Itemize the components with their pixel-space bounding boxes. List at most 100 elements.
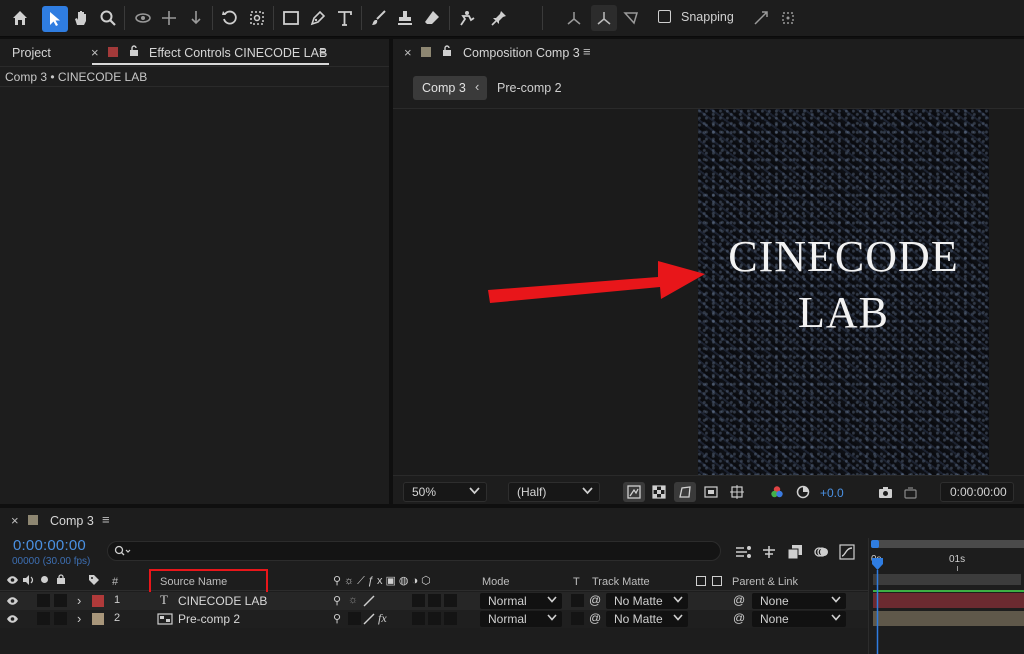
preserve-transparency-toggle[interactable] (571, 594, 584, 607)
selection-tool-icon[interactable] (42, 6, 68, 32)
track-matte-dropdown[interactable]: No Matte (606, 611, 688, 627)
shy-switch-icon[interactable]: ⚲ (333, 612, 341, 625)
home-icon[interactable] (9, 7, 31, 29)
switch-box[interactable] (348, 612, 361, 625)
blend-mode-dropdown[interactable]: Normal (480, 593, 562, 609)
layer-search-input[interactable] (107, 541, 721, 561)
switch-box[interactable] (428, 594, 441, 607)
close-tab-icon[interactable]: × (91, 45, 99, 60)
lock-toggle[interactable] (54, 612, 67, 625)
switch-box[interactable] (428, 612, 441, 625)
world-axis-icon[interactable] (591, 5, 617, 31)
comp-nav-comp3[interactable]: Comp 3 ‹ (413, 76, 487, 100)
layer-bar-2[interactable] (873, 611, 1024, 626)
time-navigator-bar[interactable] (873, 540, 1024, 548)
pan-camera-icon[interactable] (158, 7, 180, 29)
mask-visibility-icon[interactable] (674, 482, 696, 502)
lock-toggle[interactable] (54, 594, 67, 607)
layer-bar-1[interactable] (873, 593, 1024, 608)
snap-feature-icon[interactable] (777, 7, 799, 29)
region-of-interest-icon[interactable] (700, 482, 722, 502)
rectangle-tool-icon[interactable] (280, 7, 302, 29)
canvas-frame[interactable]: CINECODE LAB (698, 109, 989, 475)
pen-tool-icon[interactable] (307, 7, 329, 29)
blend-mode-dropdown[interactable]: Normal (480, 611, 562, 627)
brush-tool-icon[interactable] (368, 7, 390, 29)
clone-stamp-icon[interactable] (394, 7, 416, 29)
tab-timeline-comp3[interactable]: Comp 3 (50, 514, 94, 528)
parent-pickwhip-icon[interactable]: @ (733, 593, 745, 607)
exposure-value[interactable]: +0.0 (820, 486, 844, 500)
lock-icon[interactable] (442, 45, 452, 57)
work-area-bar[interactable] (873, 574, 1021, 585)
tab-effect-controls[interactable]: Effect Controls CINECODE LAB (149, 46, 327, 60)
dolly-camera-icon[interactable] (185, 7, 207, 29)
zoom-tool-icon[interactable] (97, 7, 119, 29)
switch-box[interactable] (412, 594, 425, 607)
matte-pickwhip-icon[interactable]: @ (589, 611, 601, 625)
snapping-checkbox[interactable] (658, 10, 671, 23)
visibility-eye-icon[interactable] (6, 596, 19, 606)
lock-icon[interactable] (129, 45, 139, 57)
preserve-transparency-toggle[interactable] (571, 612, 584, 625)
chevron-right-icon[interactable]: › (77, 611, 81, 626)
composition-mini-flowchart-icon[interactable] (733, 541, 755, 563)
reset-exposure-icon[interactable] (792, 482, 814, 502)
chevron-right-icon[interactable]: › (77, 593, 81, 608)
solo-toggle[interactable] (37, 612, 50, 625)
motion-blur-icon[interactable] (810, 541, 832, 563)
eraser-tool-icon[interactable] (421, 7, 443, 29)
puppet-pin-icon[interactable] (488, 7, 510, 29)
playhead-indicator[interactable] (871, 558, 885, 654)
comp-nav-precomp2[interactable]: Pre-comp 2 (497, 81, 562, 95)
color-channels-icon[interactable] (766, 482, 788, 502)
quality-switch-icon[interactable] (363, 595, 375, 607)
hand-tool-icon[interactable] (70, 7, 92, 29)
layer-label-color[interactable] (92, 613, 104, 625)
parent-dropdown[interactable]: None (752, 593, 846, 609)
quality-switch-icon[interactable] (363, 613, 375, 625)
collapse-switch-icon[interactable]: ☼ (348, 594, 358, 606)
draft-3d-icon[interactable] (758, 541, 780, 563)
switch-box[interactable] (412, 612, 425, 625)
navigator-start-handle[interactable] (871, 540, 879, 548)
transparency-grid-icon[interactable] (648, 482, 670, 502)
tab-project[interactable]: Project (12, 46, 51, 60)
roto-brush-icon[interactable] (456, 7, 478, 29)
close-tab-icon[interactable]: × (11, 513, 19, 528)
layer-label-color[interactable] (92, 595, 104, 607)
solo-toggle[interactable] (37, 594, 50, 607)
tab-composition[interactable]: Composition Comp 3 (463, 46, 580, 60)
layer-row[interactable]: › 1 T CINECODE LAB ⚲ ☼ Normal @ No Matte… (0, 592, 868, 610)
panel-menu-icon[interactable]: ≡ (583, 44, 591, 59)
zoom-dropdown[interactable]: 50% (403, 482, 487, 502)
visibility-eye-icon[interactable] (6, 614, 19, 624)
layer-row[interactable]: › 2 Pre-comp 2 ⚲ fx Normal @ No Matte @ … (0, 610, 868, 628)
matte-pickwhip-icon[interactable]: @ (589, 593, 601, 607)
shy-switch-icon[interactable]: ⚲ (333, 594, 341, 607)
type-tool-icon[interactable] (334, 7, 356, 29)
time-ruler-area[interactable]: 0s 01s (868, 538, 1024, 654)
close-tab-icon[interactable]: × (404, 45, 412, 60)
rotation-tool-icon[interactable] (219, 7, 241, 29)
grid-guides-icon[interactable] (726, 482, 748, 502)
panel-menu-icon[interactable]: ≡ (319, 44, 327, 59)
timeline-timecode[interactable]: 0:00:00:00 (13, 537, 86, 554)
parent-pickwhip-icon[interactable]: @ (733, 611, 745, 625)
switch-box[interactable] (444, 594, 457, 607)
fast-preview-icon[interactable] (623, 482, 645, 502)
orbit-camera-icon[interactable] (132, 7, 154, 29)
snap-edge-icon[interactable] (750, 7, 772, 29)
switch-box[interactable] (444, 612, 457, 625)
local-axis-icon[interactable] (563, 7, 585, 29)
layer-name[interactable]: CINECODE LAB (178, 594, 267, 608)
anchor-point-icon[interactable] (246, 7, 268, 29)
track-matte-dropdown[interactable]: No Matte (606, 593, 688, 609)
layer-name[interactable]: Pre-comp 2 (178, 612, 240, 626)
effects-switch-icon[interactable]: fx (378, 611, 387, 626)
view-axis-icon[interactable] (620, 7, 642, 29)
frame-blending-icon[interactable] (784, 541, 806, 563)
panel-menu-icon[interactable]: ≡ (102, 512, 110, 527)
parent-dropdown[interactable]: None (752, 611, 846, 627)
resolution-dropdown[interactable]: (Half) (508, 482, 600, 502)
